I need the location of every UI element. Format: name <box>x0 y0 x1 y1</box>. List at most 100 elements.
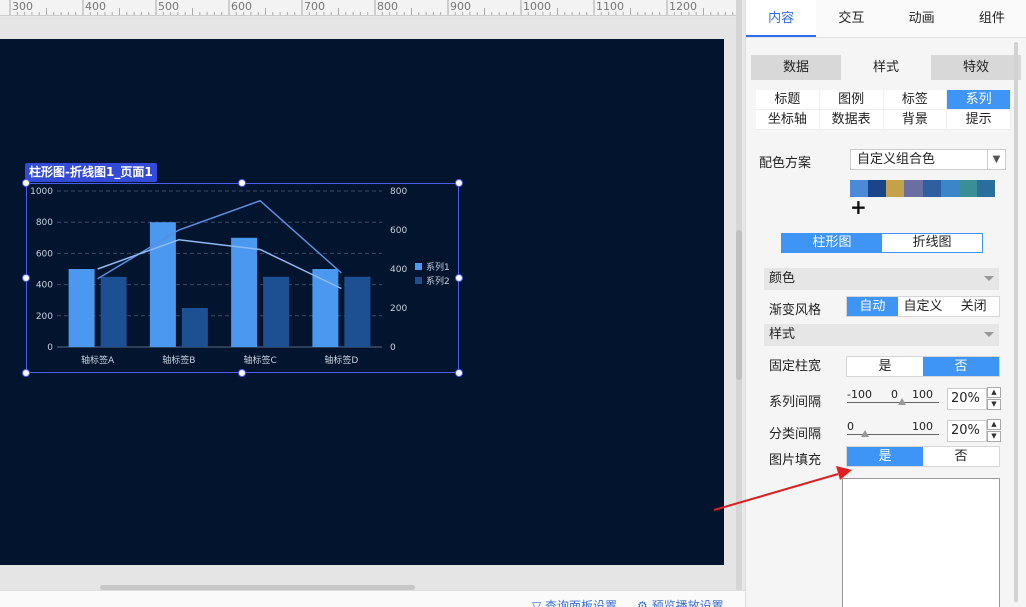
category-gap-input[interactable]: 20% <box>947 420 987 442</box>
tab-components[interactable]: 组件 <box>957 0 1026 37</box>
workspace-vertical-scroll-thumb[interactable] <box>736 230 742 380</box>
ruler-mark: 600 <box>231 0 252 13</box>
panel-sub-tabs: 数据 样式 特效 <box>751 55 1021 80</box>
fixed-width-yes-option[interactable]: 是 <box>847 357 923 376</box>
ruler: 300 400 500 600 700 800 900 1000 1100 12… <box>0 0 740 16</box>
widget-title-tag[interactable]: 柱形图-折线图1_页面1 <box>25 163 157 182</box>
color-swatch[interactable] <box>940 180 959 197</box>
tab-tooltip[interactable]: 提示 <box>947 110 1011 130</box>
ruler-mark: 900 <box>450 0 471 13</box>
ruler-mark: 1000 <box>523 0 551 13</box>
resize-handle-top[interactable] <box>238 179 246 187</box>
query-panel-settings-link[interactable]: ▽ 查询面板设置 <box>532 597 617 607</box>
resize-handle-right[interactable] <box>455 274 463 282</box>
slider-thumb[interactable] <box>861 430 870 437</box>
chart-widget-selection[interactable] <box>26 183 459 373</box>
ruler-mark: 700 <box>304 0 325 13</box>
color-section-title: 颜色 <box>769 271 796 286</box>
gradient-custom-option[interactable]: 自定义 <box>898 297 949 316</box>
series-gap-slider[interactable]: -100 0 100 <box>847 388 939 410</box>
color-swatch[interactable] <box>958 180 977 197</box>
chevron-up-icon[interactable]: ▲ <box>987 387 1001 398</box>
gradient-style-label: 渐变风格 <box>769 303 822 318</box>
tab-legend[interactable]: 图例 <box>819 90 884 110</box>
fixed-width-no-option[interactable]: 否 <box>923 357 999 376</box>
tab-content[interactable]: 内容 <box>746 0 817 37</box>
gradient-style-selector: 自动 自定义 关闭 <box>846 296 1000 317</box>
series-gap-input[interactable]: 20% <box>947 388 987 410</box>
image-fill-yes-option[interactable]: 是 <box>847 447 923 466</box>
tab-interaction[interactable]: 交互 <box>816 0 886 37</box>
ruler-mark: 400 <box>85 0 106 13</box>
tab-background[interactable]: 背景 <box>883 110 948 130</box>
ruler-mark: 500 <box>158 0 179 13</box>
preview-playback-settings-link[interactable]: ⚙ 预览播放设置 <box>637 597 724 607</box>
color-swatch[interactable] <box>886 180 905 197</box>
ruler-ticks <box>9 0 740 15</box>
resize-handle-bottom-right[interactable] <box>455 369 463 377</box>
series-type-toggle: 柱形图 折线图 <box>781 233 983 253</box>
series-gap-max: 100 <box>912 388 933 401</box>
image-fill-no-option[interactable]: 否 <box>923 447 999 466</box>
resize-handle-top-right[interactable] <box>455 179 463 187</box>
tab-data[interactable]: 数据 <box>751 55 841 80</box>
ruler-mark: 300 <box>12 0 33 13</box>
fixed-bar-width-toggle: 是 否 <box>846 356 1000 377</box>
tab-effects[interactable]: 特效 <box>931 55 1021 80</box>
panel-scroll-thumb[interactable] <box>1014 42 1018 602</box>
resize-handle-left[interactable] <box>22 274 30 282</box>
tab-series[interactable]: 系列 <box>947 90 1011 110</box>
line-series-option[interactable]: 折线图 <box>882 234 982 252</box>
resize-handle-bottom-left[interactable] <box>22 369 30 377</box>
chevron-down-icon: ▼ <box>987 150 1005 169</box>
color-swatches <box>850 180 995 197</box>
color-section-header[interactable]: 颜色 <box>764 268 999 290</box>
tab-style[interactable]: 样式 <box>841 55 931 80</box>
fixed-bar-width-label: 固定柱宽 <box>769 359 822 374</box>
bar-series-option[interactable]: 柱形图 <box>782 234 882 252</box>
color-swatch[interactable] <box>904 180 923 197</box>
chevron-up-icon[interactable]: ▲ <box>987 419 1001 430</box>
chevron-down-icon[interactable]: ▼ <box>987 431 1001 442</box>
tab-labels[interactable]: 标签 <box>883 90 948 110</box>
properties-panel: 内容 交互 动画 组件 数据 样式 特效 标题 图例 标签 系列 坐标轴 数据表… <box>745 0 1026 607</box>
image-upload-area[interactable] <box>842 478 1000 607</box>
image-fill-toggle: 是 否 <box>846 446 1000 467</box>
chevron-down-icon[interactable]: ▼ <box>987 399 1001 410</box>
category-gap-stepper[interactable]: ▲ ▼ <box>987 419 1001 443</box>
collapse-arrow-icon <box>984 276 994 281</box>
gradient-auto-option[interactable]: 自动 <box>847 297 898 316</box>
color-swatch[interactable] <box>922 180 941 197</box>
category-gap-slider[interactable]: 0 100 <box>847 420 939 442</box>
tab-animation[interactable]: 动画 <box>887 0 957 37</box>
panel-top-tabs: 内容 交互 动画 组件 <box>746 0 1026 38</box>
category-gap-min: 0 <box>847 420 854 433</box>
style-section-title: 样式 <box>769 327 796 342</box>
style-category-tabs: 标题 图例 标签 系列 坐标轴 数据表 背景 提示 <box>756 90 1011 130</box>
resize-handle-top-left[interactable] <box>22 179 30 187</box>
tab-data-table[interactable]: 数据表 <box>819 110 884 130</box>
filter-icon: ▽ <box>532 599 546 607</box>
gradient-off-option[interactable]: 关闭 <box>948 297 999 316</box>
tab-title[interactable]: 标题 <box>756 90 820 110</box>
resize-handle-bottom[interactable] <box>238 369 246 377</box>
series-gap-stepper[interactable]: ▲ ▼ <box>987 387 1001 411</box>
collapse-arrow-icon <box>984 332 994 337</box>
add-color-icon[interactable]: + <box>850 195 867 219</box>
tab-axis[interactable]: 坐标轴 <box>756 110 820 130</box>
style-section-header[interactable]: 样式 <box>764 324 999 346</box>
series-gap-mid: 0 <box>891 388 898 401</box>
color-swatch[interactable] <box>868 180 887 197</box>
color-swatch[interactable] <box>976 180 995 197</box>
category-gap-max: 100 <box>912 420 933 433</box>
slider-thumb[interactable] <box>898 398 907 405</box>
slider-track <box>847 402 939 403</box>
preview-playback-settings-label: 预览播放设置 <box>651 599 724 607</box>
ruler-mark: 800 <box>377 0 398 13</box>
category-gap-label: 分类间隔 <box>769 427 822 442</box>
gear-icon: ⚙ <box>637 599 652 607</box>
query-panel-settings-label: 查询面板设置 <box>545 599 618 607</box>
series-gap-min: -100 <box>847 388 872 401</box>
color-scheme-select[interactable]: 自定义组合色 ▼ <box>850 149 1006 170</box>
image-fill-label: 图片填充 <box>769 453 822 468</box>
